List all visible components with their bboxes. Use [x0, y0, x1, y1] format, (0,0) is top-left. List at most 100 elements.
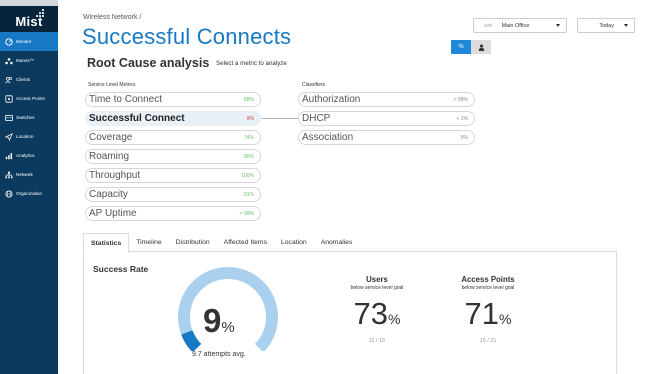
sidebar-item-marvis[interactable]: Marvis™	[0, 51, 58, 70]
tab-anomalies[interactable]: Anomalies	[314, 233, 360, 252]
metric-coverage[interactable]: Coverage 74%	[85, 130, 261, 145]
sidebar-item-label: Clients	[16, 77, 31, 82]
sidebar-item-network[interactable]: Network	[0, 165, 58, 184]
sidebar-item-label: Organization	[16, 191, 43, 196]
rca-subtitle: Select a metric to analyze	[216, 60, 287, 67]
tab-distribution[interactable]: Distribution	[169, 233, 217, 252]
metric-name: Coverage	[89, 132, 133, 143]
chevron-down-icon	[624, 24, 628, 27]
classifier-value: > 99%	[453, 96, 468, 103]
sidebar-item-organization[interactable]: Organization	[0, 184, 58, 203]
aps-stat-fraction: 15 / 21	[479, 338, 497, 344]
metric-value: 91%	[243, 191, 254, 198]
sidebar-item-label: Access Points	[16, 96, 45, 101]
sidebar-item-label: Switches	[16, 115, 35, 120]
metric-value: 88%	[243, 96, 254, 103]
sidebar-item-label: Monitor	[16, 39, 32, 44]
users-percent-unit: %	[388, 311, 401, 327]
rca-title: Root Cause analysis	[87, 56, 210, 70]
location-icon	[5, 132, 13, 141]
metric-name: Throughput	[89, 170, 141, 181]
site-dropdown[interactable]: site Main Office	[473, 18, 567, 33]
time-range-dropdown[interactable]: Today	[577, 18, 635, 33]
switches-icon	[5, 114, 13, 122]
sidebar-item-clients[interactable]: Clients	[0, 70, 58, 89]
metric-name: Capacity	[89, 189, 128, 200]
site-value: Main Office	[501, 22, 530, 29]
metric-value: 9%	[246, 115, 254, 122]
metric-value: 100%	[241, 172, 254, 179]
sidebar-item-label: Analytics	[16, 153, 35, 158]
success-rate-number: 9	[203, 302, 222, 339]
sidebar-item-analytics[interactable]: Analytics	[0, 146, 58, 165]
monitor-icon	[5, 37, 13, 46]
brand-logo[interactable]: Mist	[0, 6, 58, 32]
tab-affected-items[interactable]: Affected Items	[217, 233, 274, 252]
sidebar-item-switches[interactable]: Switches	[0, 108, 58, 127]
sidebar-item-label: Network	[16, 172, 33, 177]
classifier-value: < 1%	[456, 115, 468, 122]
gauge-fill	[181, 330, 202, 351]
classifier-name: Association	[302, 132, 354, 143]
metric-roaming[interactable]: Roaming 95%	[85, 149, 261, 164]
sidebar: Mist Monitor Marvis™ Clients Access Poin…	[0, 0, 58, 374]
network-icon	[5, 171, 13, 179]
users-stat-title: Users	[366, 275, 388, 284]
aps-stat-subtitle: below service level goal	[461, 285, 515, 291]
success-rate-unit: %	[221, 319, 235, 336]
users-stat-value: 73%	[322, 296, 432, 332]
classifier-name: DHCP	[302, 113, 331, 124]
slm-column-label: Service Level Metrics	[88, 82, 136, 88]
chevron-down-icon	[556, 24, 560, 27]
classifier-authorization[interactable]: Authorization > 99%	[298, 92, 475, 107]
access-points-icon	[5, 94, 13, 103]
users-stat-subtitle: below service level goal	[350, 285, 404, 291]
time-range-value: Today	[599, 22, 614, 29]
sidebar-item-label: Marvis™	[16, 58, 35, 63]
metric-throughput[interactable]: Throughput 100%	[85, 168, 261, 183]
classifier-name: Authorization	[302, 94, 361, 105]
metric-value: > 99%	[239, 210, 254, 217]
sidebar-item-label: Location	[16, 134, 34, 139]
view-toggle: %	[451, 40, 491, 54]
page-title: Successful Connects	[82, 24, 292, 49]
metric-capacity[interactable]: Capacity 91%	[85, 187, 261, 202]
sidebar-item-access-points[interactable]: Access Points	[0, 89, 58, 108]
detail-tabs: Statistics Timeline Distribution Affecte…	[83, 233, 617, 253]
site-label: site	[484, 22, 493, 29]
aps-percent-number: 71	[464, 296, 500, 331]
users-percent-number: 73	[353, 296, 389, 331]
sidebar-item-location[interactable]: Location	[0, 127, 58, 146]
metric-ap-uptime[interactable]: AP Uptime > 99%	[85, 206, 261, 221]
metric-value: 95%	[243, 153, 254, 160]
metric-name: Successful Connect	[89, 113, 185, 124]
logo-dots-icon	[36, 9, 44, 17]
metric-successful-connect[interactable]: Successful Connect 9%	[85, 111, 261, 126]
sidebar-item-monitor[interactable]: Monitor	[0, 32, 58, 51]
metric-name: AP Uptime	[89, 208, 137, 219]
analytics-icon	[5, 152, 13, 160]
metric-time-to-connect[interactable]: Time to Connect 88%	[85, 92, 261, 107]
user-icon	[478, 44, 484, 51]
metric-name: Roaming	[89, 151, 130, 162]
classifier-dhcp[interactable]: DHCP < 1%	[298, 111, 475, 126]
percent-toggle-button[interactable]: %	[451, 40, 471, 54]
success-rate-value: 9%	[203, 302, 235, 340]
clients-icon	[5, 76, 13, 84]
classifier-association[interactable]: Association 0%	[298, 130, 475, 145]
aps-stat-value: 71%	[433, 296, 543, 332]
classifiers-column-label: Classifiers	[302, 82, 326, 88]
metric-value: 74%	[243, 134, 254, 141]
metric-classifier-connector	[261, 118, 298, 119]
tab-timeline[interactable]: Timeline	[129, 233, 168, 252]
metric-name: Time to Connect	[89, 94, 162, 105]
classifier-value: 0%	[460, 134, 468, 141]
users-stat-fraction: 11 / 15	[368, 338, 386, 344]
breadcrumb[interactable]: Wireless Network /	[83, 14, 141, 21]
tab-statistics[interactable]: Statistics	[83, 233, 130, 253]
sidebar-nav: Monitor Marvis™ Clients Access Points Sw…	[0, 32, 58, 203]
organization-icon	[5, 189, 13, 198]
tab-location[interactable]: Location	[274, 233, 314, 252]
success-rate-title: Success Rate	[93, 264, 149, 274]
user-toggle-button[interactable]	[471, 40, 491, 54]
